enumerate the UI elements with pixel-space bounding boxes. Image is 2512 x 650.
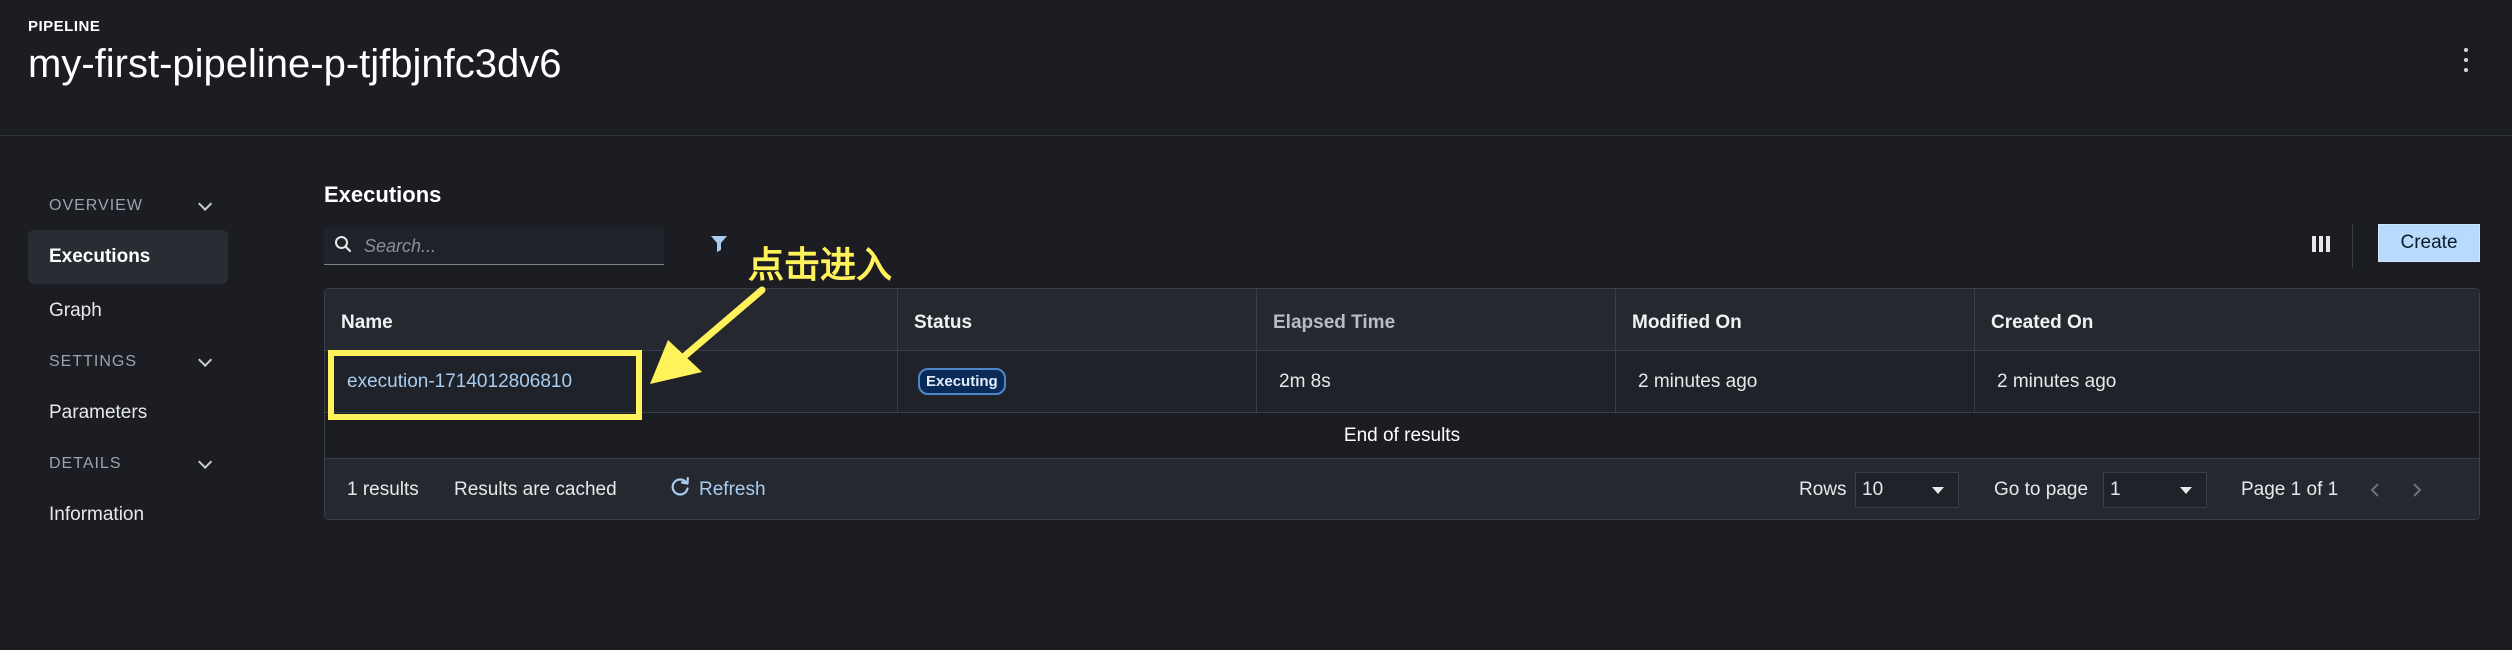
chevron-down-icon	[198, 352, 213, 367]
column-header-created-on[interactable]: Created On	[1975, 289, 2479, 350]
go-to-page-value: 1	[2110, 478, 2121, 500]
sidebar-item-information[interactable]: Information	[28, 488, 228, 542]
rows-per-page-value: 10	[1862, 478, 1884, 500]
page-info: Page 1 of 1	[2241, 478, 2339, 500]
kebab-menu-icon[interactable]	[2460, 48, 2472, 72]
rows-label: Rows	[1799, 478, 1847, 500]
search-box	[324, 228, 664, 265]
cell-modified-on: 2 minutes ago	[1616, 351, 1975, 412]
results-count: 1 results	[347, 478, 419, 500]
sidebar-item-label: Information	[49, 504, 145, 525]
sidebar-section-label: SETTINGS	[49, 353, 138, 370]
toolbar-divider	[2352, 224, 2353, 268]
sidebar-section-settings[interactable]: SETTINGS	[28, 338, 228, 386]
search-input[interactable]	[364, 235, 644, 257]
section-title: Executions	[324, 182, 442, 207]
annotation-arrow-icon	[650, 286, 766, 384]
chevron-down-icon	[198, 196, 213, 211]
annotation-highlight-box	[328, 350, 642, 420]
chevron-right-icon[interactable]	[2407, 478, 2427, 502]
end-of-results: End of results	[325, 413, 2479, 459]
sidebar-section-label: DETAILS	[49, 455, 122, 472]
chevron-left-icon[interactable]	[2365, 478, 2385, 502]
sidebar-section-details[interactable]: DETAILS	[28, 440, 228, 488]
column-header-modified-on[interactable]: Modified On	[1616, 289, 1975, 350]
cache-status: Results are cached	[454, 478, 617, 500]
column-header-elapsed-time[interactable]: Elapsed Time	[1257, 289, 1616, 350]
page-header: PIPELINE my-first-pipeline-p-tjfbjnfc3dv…	[0, 0, 2512, 136]
search-icon	[334, 235, 352, 258]
page-title: my-first-pipeline-p-tjfbjnfc3dv6	[28, 42, 562, 86]
refresh-icon	[669, 476, 699, 504]
sidebar-item-label: Graph	[49, 300, 102, 321]
caret-down-icon	[1932, 486, 1944, 494]
go-to-page-label: Go to page	[1994, 478, 2089, 500]
page-eyebrow: PIPELINE	[28, 18, 101, 35]
sidebar-item-graph[interactable]: Graph	[28, 284, 228, 338]
sidebar-item-parameters[interactable]: Parameters	[28, 386, 228, 440]
create-button[interactable]: Create	[2378, 224, 2480, 262]
sidebar-item-label: Executions	[49, 246, 151, 267]
columns-settings-button[interactable]	[2307, 232, 2335, 260]
sidebar-item-executions[interactable]: Executions	[28, 230, 228, 284]
status-badge: Executing	[918, 368, 1006, 395]
refresh-button[interactable]: Refresh	[669, 476, 766, 504]
sidebar: OVERVIEW Executions Graph SETTINGS Param…	[28, 182, 228, 542]
column-header-status[interactable]: Status	[898, 289, 1257, 350]
table-footer: 1 results Results are cached Refresh Row…	[325, 459, 2479, 519]
rows-per-page-select[interactable]: 10	[1855, 471, 1959, 508]
sidebar-item-label: Parameters	[49, 402, 148, 423]
chevron-down-icon	[198, 454, 213, 469]
sidebar-section-overview[interactable]: OVERVIEW	[28, 182, 228, 230]
go-to-page-select[interactable]: 1	[2103, 471, 2207, 508]
columns-icon	[2311, 234, 2331, 259]
filter-icon	[710, 234, 728, 259]
cell-status: Executing	[898, 351, 1257, 412]
cell-elapsed-time: 2m 8s	[1257, 351, 1616, 412]
cell-created-on: 2 minutes ago	[1997, 370, 2117, 392]
column-header-name[interactable]: Name	[325, 289, 898, 350]
caret-down-icon	[2180, 486, 2192, 494]
sidebar-section-label: OVERVIEW	[49, 197, 143, 214]
refresh-label: Refresh	[699, 478, 766, 500]
filter-button[interactable]	[694, 228, 744, 265]
